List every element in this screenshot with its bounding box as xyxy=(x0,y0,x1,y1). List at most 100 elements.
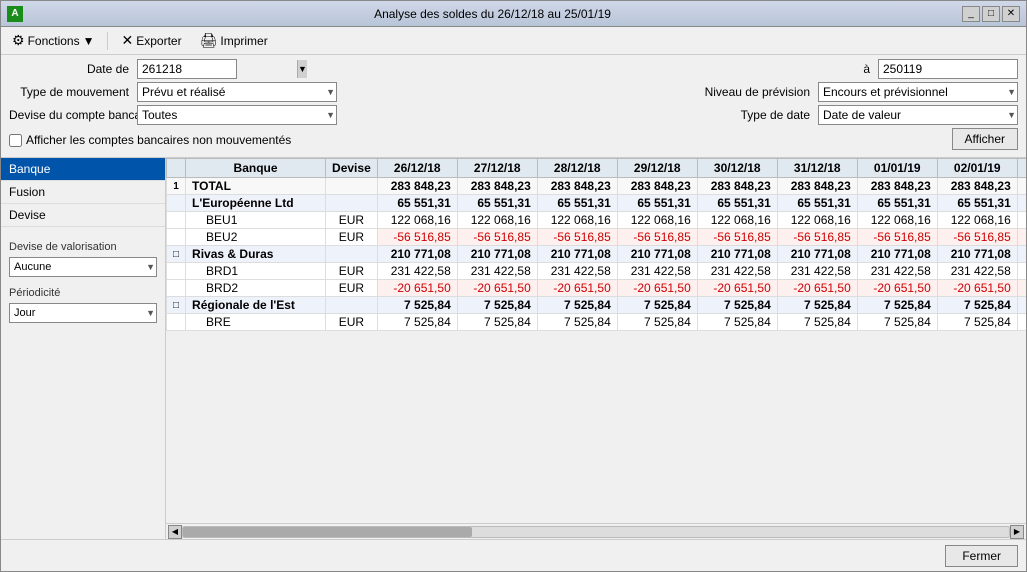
exporter-label: Exporter xyxy=(136,34,181,48)
devise-valorisation-label: Devise de valorisation xyxy=(9,241,157,253)
fonctions-arrow: ▼ xyxy=(83,34,95,48)
periodicite-select[interactable]: Jour xyxy=(9,303,157,323)
type-mouvement-select[interactable]: Prévu et réalisé xyxy=(137,82,337,102)
th-29-12: 29/12/18 xyxy=(617,159,697,178)
value-cell: 122 068,16 xyxy=(697,212,777,229)
value-cell: 7 525,84 xyxy=(937,297,1017,314)
sidebar: Banque Fusion Devise Devise de valorisat… xyxy=(1,158,166,539)
value-cell: 210 771,08 xyxy=(937,246,1017,263)
exporter-icon: ✕ xyxy=(121,32,133,49)
devise-cell xyxy=(326,195,378,212)
value-cell: 231 422,58 xyxy=(937,263,1017,280)
date-de-input[interactable]: ▼ xyxy=(137,59,237,79)
scroll-right-btn[interactable]: ▶ xyxy=(1010,525,1024,539)
value-cell: 283 848,23 xyxy=(857,178,937,195)
value-cell: -20 651,50 xyxy=(937,280,1017,297)
value-cell: 210 771,08 xyxy=(1017,246,1026,263)
sidebar-item-fusion[interactable]: Fusion xyxy=(1,181,165,204)
value-cell: 65 551,31 xyxy=(377,195,457,212)
devise-cell xyxy=(326,297,378,314)
th-30-12: 30/12/18 xyxy=(697,159,777,178)
date-de-field[interactable] xyxy=(142,62,297,76)
value-cell: 283 848,23 xyxy=(377,178,457,195)
table-container[interactable]: Banque Devise 26/12/18 27/12/18 28/12/18… xyxy=(166,158,1026,523)
non-mouvementes-checkbox[interactable] xyxy=(9,134,22,147)
fonctions-button[interactable]: ⚙ Fonctions ▼ xyxy=(5,30,101,52)
bank-name-cell: BEU1 xyxy=(186,212,326,229)
value-cell: 65 551,31 xyxy=(537,195,617,212)
expand-cell[interactable]: □ xyxy=(167,246,186,263)
value-cell: -20 651,50 xyxy=(377,280,457,297)
devise-cell: EUR xyxy=(326,280,378,297)
form-row-left-1: Date de ▼ xyxy=(9,59,237,79)
value-cell: 7 525,84 xyxy=(777,314,857,331)
value-cell: 283 848,23 xyxy=(457,178,537,195)
scroll-thumb[interactable] xyxy=(183,527,472,537)
value-cell: -20 651,50 xyxy=(537,280,617,297)
exporter-button[interactable]: ✕ Exporter xyxy=(114,30,188,52)
value-cell: 122 068,16 xyxy=(857,212,937,229)
value-cell: 7 525,84 xyxy=(377,297,457,314)
value-cell: -20 651,50 xyxy=(457,280,537,297)
bank-name-cell: TOTAL xyxy=(186,178,326,195)
close-button[interactable]: ✕ xyxy=(1002,6,1020,22)
th-banque: Banque xyxy=(186,159,326,178)
value-cell: 283 848,23 xyxy=(937,178,1017,195)
scroll-left-btn[interactable]: ◀ xyxy=(168,525,182,539)
fonctions-icon: ⚙ xyxy=(12,32,25,49)
expand-cell[interactable]: 1 xyxy=(167,178,186,195)
value-cell: -56 516,85 xyxy=(777,229,857,246)
value-cell: 122 068,16 xyxy=(537,212,617,229)
sidebar-bottom: Devise de valorisation Aucune ▼ Périodic… xyxy=(1,227,165,539)
devise-cell xyxy=(326,246,378,263)
minimize-button[interactable]: _ xyxy=(962,6,980,22)
bank-name-cell: L'Européenne Ltd xyxy=(186,195,326,212)
expand-cell xyxy=(167,314,186,331)
date-de-calendar-btn[interactable]: ▼ xyxy=(297,60,307,78)
fermer-button[interactable]: Fermer xyxy=(945,545,1018,567)
value-cell: 210 771,08 xyxy=(857,246,937,263)
type-date-label: Type de date xyxy=(741,108,810,122)
devise-valorisation-select[interactable]: Aucune xyxy=(9,257,157,277)
main-area: Banque Fusion Devise Devise de valorisat… xyxy=(1,158,1026,539)
afficher-button[interactable]: Afficher xyxy=(952,128,1018,150)
value-cell: 210 771,08 xyxy=(457,246,537,263)
value-cell: 122 068,16 xyxy=(937,212,1017,229)
a-input[interactable]: ▼ xyxy=(878,59,1018,79)
form-row-left-2: Type de mouvement Prévu et réalisé ▼ xyxy=(9,82,337,102)
value-cell: 65 551,31 xyxy=(697,195,777,212)
window-title: Analyse des soldes du 26/12/18 au 25/01/… xyxy=(23,7,962,21)
scroll-track[interactable] xyxy=(182,526,1010,538)
value-cell: 231 422,58 xyxy=(1017,263,1026,280)
maximize-button[interactable]: □ xyxy=(982,6,1000,22)
value-cell: 122 068,16 xyxy=(457,212,537,229)
table-row: BREEUR7 525,847 525,847 525,847 525,847 … xyxy=(167,314,1027,331)
value-cell: 122 068,16 xyxy=(617,212,697,229)
devise-select[interactable]: Toutes xyxy=(137,105,337,125)
value-cell: 7 525,84 xyxy=(697,297,777,314)
value-cell: 231 422,58 xyxy=(617,263,697,280)
value-cell: 65 551,31 xyxy=(457,195,537,212)
value-cell: 65 551,31 xyxy=(1017,195,1026,212)
value-cell: 283 848,23 xyxy=(777,178,857,195)
bottom-bar: Fermer xyxy=(1,539,1026,571)
sidebar-item-devise[interactable]: Devise xyxy=(1,204,165,227)
devise-cell: EUR xyxy=(326,229,378,246)
th-31-12: 31/12/18 xyxy=(777,159,857,178)
niveau-prevision-select[interactable]: Encours et prévisionnel xyxy=(818,82,1018,102)
expand-cell xyxy=(167,263,186,280)
value-cell: -56 516,85 xyxy=(857,229,937,246)
imprimer-button[interactable]: 🖨 Imprimer xyxy=(193,30,275,52)
a-field[interactable] xyxy=(883,62,1027,76)
form-row-right-1: à ▼ xyxy=(863,59,1018,79)
expand-cell[interactable]: □ xyxy=(167,297,186,314)
table-row: BEU1EUR122 068,16122 068,16122 068,16122… xyxy=(167,212,1027,229)
bank-name-cell: Rivas & Duras xyxy=(186,246,326,263)
sidebar-item-banque[interactable]: Banque xyxy=(1,158,165,181)
value-cell: 7 525,84 xyxy=(777,297,857,314)
table-row: BRD2EUR-20 651,50-20 651,50-20 651,50-20… xyxy=(167,280,1027,297)
th-02-01: 02/01/19 xyxy=(937,159,1017,178)
value-cell: 7 525,84 xyxy=(457,297,537,314)
type-date-select[interactable]: Date de valeur xyxy=(818,105,1018,125)
horizontal-scrollbar[interactable]: ◀ ▶ xyxy=(166,523,1026,539)
